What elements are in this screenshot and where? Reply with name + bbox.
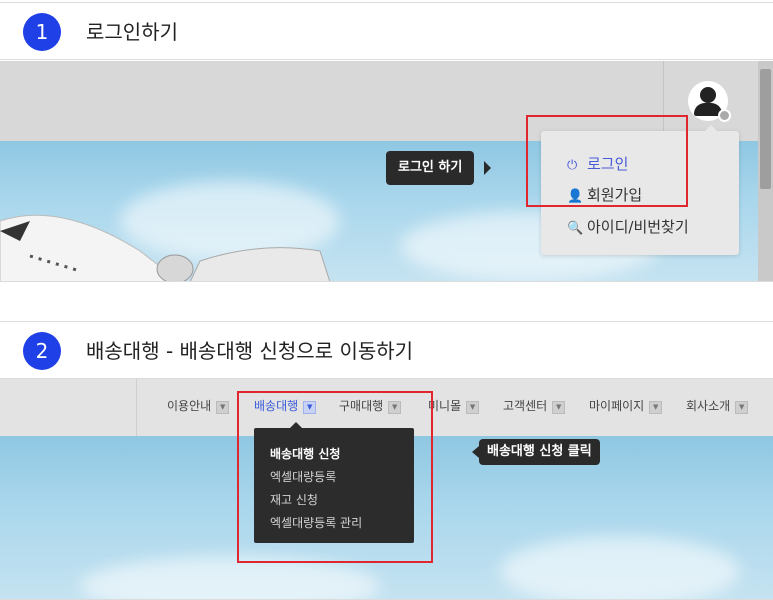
chevron-down-icon: ▼	[466, 401, 480, 414]
status-dot	[718, 109, 731, 122]
step1-title: 로그인하기	[86, 20, 178, 44]
highlight-box-shipping	[237, 391, 433, 563]
nav-item-about[interactable]: 회사소개 ▼	[686, 397, 749, 414]
scrollbar[interactable]	[758, 61, 773, 281]
nav-item-support[interactable]: 고객센터 ▼	[503, 397, 566, 414]
nav-item-mypage[interactable]: 마이페이지 ▼	[589, 397, 663, 414]
chevron-down-icon: ▼	[735, 401, 749, 414]
tooltip-login: 로그인 하기	[386, 151, 475, 185]
nav-label: 마이페이지	[589, 399, 645, 413]
nav-label: 회사소개	[686, 399, 731, 413]
search-icon: 🔍	[567, 221, 584, 236]
nav-item-guide[interactable]: 이용안내 ▼	[167, 397, 230, 414]
step1-number-badge: 1	[23, 13, 61, 51]
tooltip-shipping-request: 배송대행 신청 클릭	[479, 439, 600, 465]
chevron-down-icon: ▼	[649, 401, 663, 414]
step2-number-badge: 2	[23, 332, 61, 370]
chevron-down-icon: ▼	[216, 401, 230, 414]
scrollbar-thumb[interactable]	[760, 69, 771, 189]
menu-item-find-account-label: 아이디/비번찾기	[587, 218, 689, 236]
nav-label: 이용안내	[167, 399, 212, 413]
step1-screenshot: ⏻ 로그인 👤 회원가입 🔍 아이디/비번찾기 로그인 하기	[0, 61, 773, 282]
highlight-box-login	[526, 115, 688, 207]
step2-header: 2 배송대행 - 배송대행 신청으로 이동하기	[0, 321, 773, 379]
chevron-down-icon: ▼	[552, 401, 566, 414]
airplane-image	[0, 214, 330, 281]
user-icon	[700, 87, 716, 103]
step2-title: 배송대행 - 배송대행 신청으로 이동하기	[86, 339, 414, 363]
step2-screenshot: 이용안내 ▼ 배송대행 ▼ 구매대행 ▼ 미니몰 ▼ 고객센터 ▼ 마이페이지 ▼ 회사소개…	[0, 379, 773, 600]
step1-header: 1 로그인하기	[0, 2, 773, 60]
nav-item-minimall[interactable]: 미니몰 ▼	[428, 397, 480, 414]
nav-label: 고객센터	[503, 399, 548, 413]
menu-item-find-account[interactable]: 🔍 아이디/비번찾기	[567, 216, 689, 237]
